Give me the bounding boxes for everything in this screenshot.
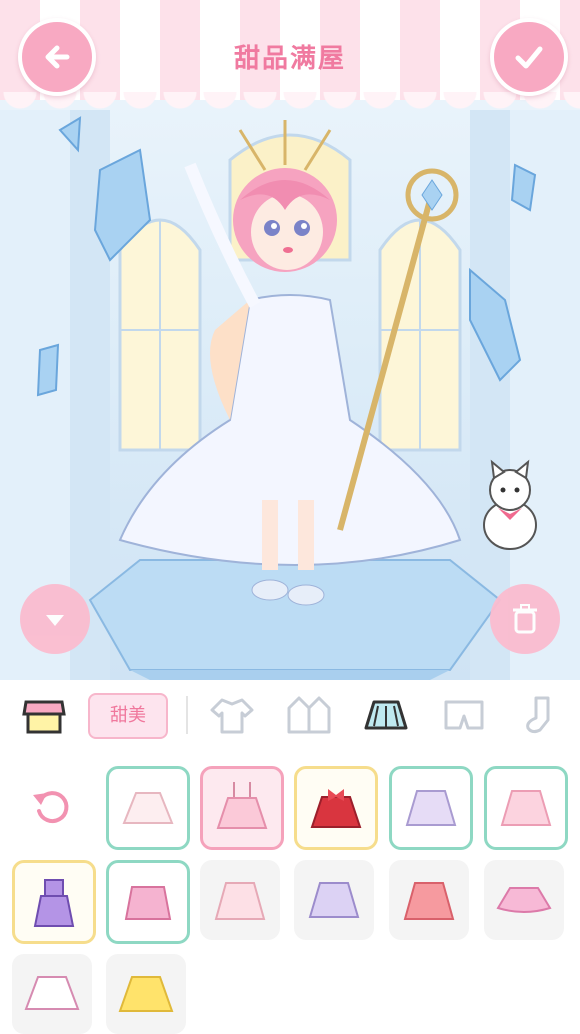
shorts-icon (444, 700, 484, 730)
pink-puff-skirt-thumbnail (496, 887, 552, 913)
lilac-pleated-skirt-thumbnail (405, 790, 457, 826)
reset-button[interactable] (12, 766, 92, 846)
item-skirt-12[interactable] (12, 954, 92, 1034)
tab-outerwear[interactable] (285, 694, 333, 736)
pink-tiered-skirt-thumbnail (500, 790, 552, 826)
purple-overall-thumbnail (33, 879, 75, 927)
item-skirt-11[interactable] (484, 860, 564, 940)
dress-up-stage: 甜品满屋 (0, 0, 580, 680)
checkmark-icon (515, 46, 543, 69)
item-skirt-4[interactable] (389, 766, 473, 850)
yellow-skirt-thumbnail (118, 976, 174, 1012)
awning-scallop (0, 92, 580, 116)
skirt-icon (364, 700, 408, 730)
item-skirt-5[interactable] (484, 766, 568, 850)
item-skirt-3[interactable] (294, 766, 378, 850)
item-skirt-8[interactable] (200, 860, 280, 940)
style-tag-sweet[interactable]: 甜美 (88, 693, 168, 739)
red-bow-skirt-thumbnail (310, 789, 362, 828)
skirt-thumbnail (122, 792, 174, 824)
lavender-skirt-thumbnail (308, 882, 360, 918)
item-overall-dress[interactable] (12, 860, 96, 944)
item-skirt-10[interactable] (389, 860, 469, 940)
undo-icon (33, 791, 69, 824)
tab-skirts[interactable] (362, 694, 410, 736)
sock-icon (526, 696, 550, 734)
item-skirt-2-selected[interactable] (200, 766, 284, 850)
item-plaid-skirt[interactable] (106, 860, 190, 944)
delete-button[interactable] (490, 584, 560, 654)
trash-icon (513, 604, 537, 634)
chevron-down-icon (46, 615, 64, 626)
jacket-icon (287, 696, 331, 734)
tab-socks[interactable] (518, 694, 566, 736)
item-skirt-9[interactable] (294, 860, 374, 940)
blush-skirt-thumbnail (214, 882, 266, 920)
coral-skirt-thumbnail (403, 882, 455, 920)
tab-tops[interactable] (208, 694, 256, 736)
pink-plaid-skirt-thumbnail (124, 886, 172, 920)
item-skirt-13[interactable] (106, 954, 186, 1034)
shop-button[interactable] (20, 694, 68, 736)
item-skirt-1[interactable] (106, 766, 190, 850)
white-ruffle-skirt-thumbnail (24, 976, 80, 1010)
category-toolbar (0, 680, 580, 750)
arrow-left-icon (45, 45, 70, 69)
suspender-skirt-thumbnail (216, 782, 268, 829)
item-grid (0, 750, 580, 1034)
confirm-button[interactable] (490, 18, 568, 96)
tab-pants[interactable] (440, 694, 488, 736)
shop-icon (22, 700, 66, 734)
shirt-icon (210, 698, 254, 734)
toolbar-divider (186, 696, 188, 734)
hide-panel-button[interactable] (20, 584, 90, 654)
back-button[interactable] (18, 18, 96, 96)
